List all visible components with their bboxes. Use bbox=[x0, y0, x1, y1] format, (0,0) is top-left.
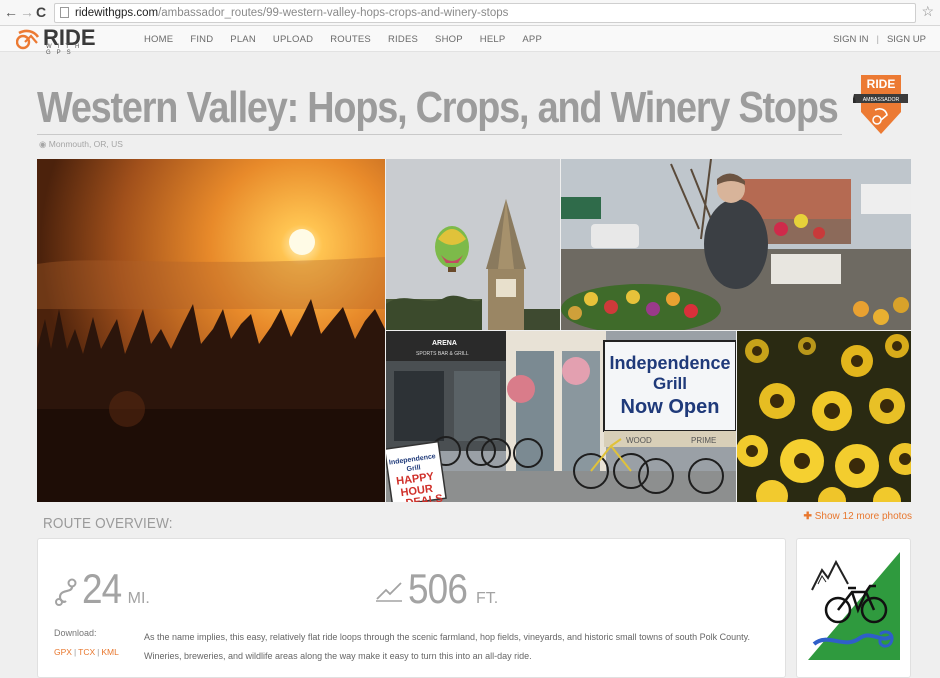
show-more-photos-link[interactable]: ✚ Show 12 more photos bbox=[804, 511, 912, 522]
url-path: /ambassador_routes/99-western-valley-hop… bbox=[158, 7, 509, 19]
browser-toolbar: ← → C ridewithgps.com/ambassador_routes/… bbox=[0, 0, 940, 26]
elevation-stat: 506 FT. bbox=[374, 565, 498, 613]
url-host: ridewithgps.com bbox=[75, 7, 159, 19]
nav-plan[interactable]: PLAN bbox=[230, 34, 256, 45]
reload-icon[interactable]: C bbox=[36, 4, 46, 20]
grill-sign-line-2: Grill bbox=[653, 374, 687, 393]
location-pin-icon: ◉ bbox=[39, 139, 47, 149]
elevation-value: 506 bbox=[408, 565, 468, 612]
route-type-card bbox=[796, 538, 911, 678]
route-description: As the name implies, this easy, relative… bbox=[144, 632, 750, 661]
download-kml-link[interactable]: KML bbox=[101, 647, 118, 657]
download-gpx-link[interactable]: GPX bbox=[54, 647, 72, 657]
photo-sunflowers[interactable] bbox=[737, 331, 911, 502]
grill-sign-line-3: Now Open bbox=[621, 396, 720, 418]
awning-line-1: ARENA bbox=[432, 340, 457, 347]
photo-independence-grill[interactable]: ARENA SPORTS BAR & GRILL Independence Gr… bbox=[386, 331, 736, 502]
download-label: Download: bbox=[54, 628, 97, 638]
download-separator: | bbox=[97, 647, 100, 657]
badge-ride-text: RIDE bbox=[867, 77, 896, 91]
main-menu: HOME FIND PLAN UPLOAD ROUTES RIDES SHOP … bbox=[144, 34, 559, 45]
download-tcx-link[interactable]: TCX bbox=[78, 647, 95, 657]
nav-upload[interactable]: UPLOAD bbox=[273, 34, 313, 45]
route-location: ◉ Monmouth, OR, US bbox=[39, 139, 123, 150]
ride-with-gps-logo[interactable]: RIDE WITH GPS bbox=[16, 25, 116, 56]
logo-rider-icon bbox=[16, 29, 40, 50]
nav-help[interactable]: HELP bbox=[480, 34, 506, 45]
nav-home[interactable]: HOME bbox=[144, 34, 173, 45]
distance-stat: 24 MI. bbox=[52, 565, 150, 613]
page-icon bbox=[60, 7, 69, 18]
badge-ambassador-text: AMBASSADOR bbox=[863, 97, 900, 103]
photo-gallery: ARENA SPORTS BAR & GRILL Independence Gr… bbox=[37, 159, 911, 502]
distance-unit: MI. bbox=[127, 590, 150, 607]
sign-in-link[interactable]: SIGN IN bbox=[833, 34, 868, 45]
title-divider bbox=[37, 134, 842, 135]
download-links: GPX | TCX | KML bbox=[54, 647, 119, 657]
bike-mountain-illustration bbox=[808, 552, 900, 660]
sign-up-link[interactable]: SIGN UP bbox=[887, 34, 926, 45]
plus-icon: ✚ bbox=[803, 511, 812, 522]
route-overview-card: 24 MI. 506 FT. Download: GPX | TCX | KML As … bbox=[37, 538, 786, 678]
distance-value: 24 bbox=[82, 565, 122, 612]
auth-separator: | bbox=[876, 34, 879, 45]
nav-routes[interactable]: ROUTES bbox=[330, 34, 371, 45]
photo-balloon-tower[interactable] bbox=[386, 159, 560, 330]
address-bar[interactable]: ridewithgps.com/ambassador_routes/99-wes… bbox=[54, 3, 916, 23]
route-overview-heading: ROUTE OVERVIEW: bbox=[43, 515, 173, 532]
nav-find[interactable]: FIND bbox=[190, 34, 213, 45]
elevation-unit: FT. bbox=[475, 590, 499, 607]
grill-sign-line-1: Independence bbox=[609, 353, 730, 373]
nav-app[interactable]: APP bbox=[522, 34, 542, 45]
page-title: Western Valley: Hops, Crops, and Winery … bbox=[37, 83, 839, 132]
distance-route-icon bbox=[55, 578, 77, 606]
awning-line-2: SPORTS BAR & GRILL bbox=[416, 351, 469, 357]
nav-rides[interactable]: RIDES bbox=[388, 34, 418, 45]
forward-arrow-icon[interactable]: → bbox=[20, 4, 34, 20]
site-header: RIDE WITH GPS HOME FIND PLAN UPLOAD ROUT… bbox=[0, 25, 940, 56]
photo-sunset[interactable] bbox=[37, 159, 385, 502]
back-arrow-icon[interactable]: ← bbox=[4, 4, 18, 20]
show-more-photos-label: Show 12 more photos bbox=[814, 511, 912, 522]
photo-farmers-market[interactable] bbox=[561, 159, 911, 330]
window-text-1: WOOD bbox=[626, 436, 652, 445]
auth-links: SIGN IN | SIGN UP bbox=[833, 34, 926, 45]
ambassador-badge: RIDE AMBASSADOR bbox=[853, 75, 908, 134]
nav-shop[interactable]: SHOP bbox=[435, 34, 463, 45]
bookmark-star-icon[interactable]: ☆ bbox=[921, 3, 934, 20]
window-text-2: PRIME bbox=[691, 436, 716, 445]
download-separator: | bbox=[73, 647, 77, 657]
location-text: Monmouth, OR, US bbox=[48, 139, 123, 149]
elevation-graph-icon bbox=[376, 582, 402, 602]
logo-subtitle: WITH GPS bbox=[46, 44, 86, 56]
